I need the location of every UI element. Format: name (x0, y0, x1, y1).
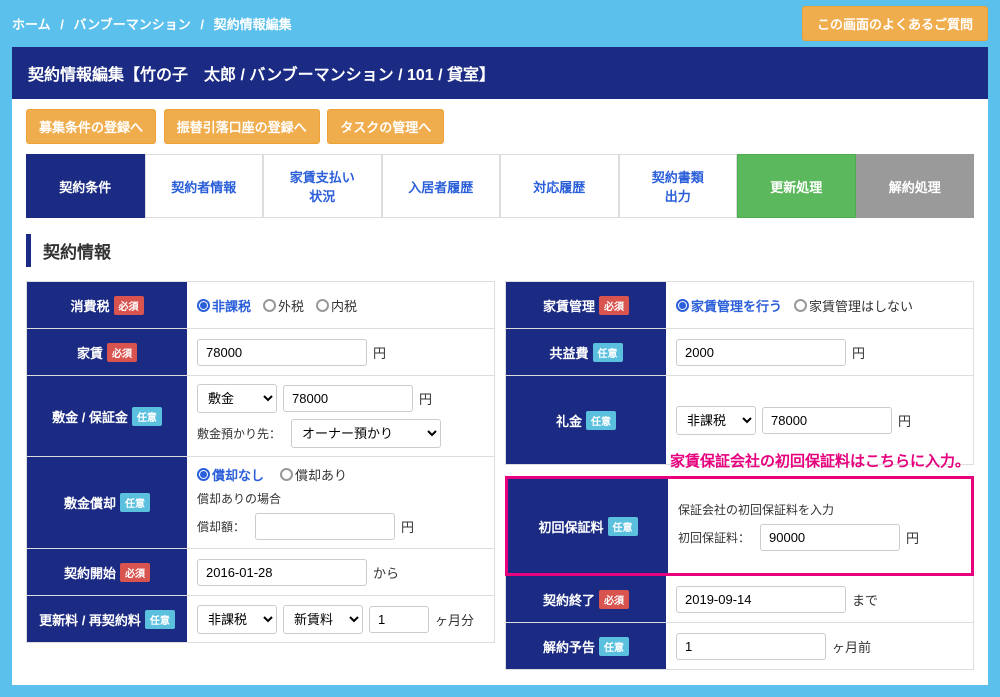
select-renewal-tax[interactable]: 非課税 (197, 605, 277, 634)
select-renewal-base[interactable]: 新賃料 (283, 605, 363, 634)
tab-renewal[interactable]: 更新処理 (737, 154, 856, 218)
input-rent[interactable] (197, 339, 367, 366)
label-cancel-notice: 解約予告任意 (506, 623, 666, 669)
section-title-contract: 契約情報 (26, 234, 974, 267)
label-end: 契約終了必須 (506, 576, 666, 622)
label-deposit-deduction: 敷金償却任意 (27, 457, 187, 548)
radio-mgmt-yes[interactable]: 家賃管理を行う (676, 296, 782, 315)
breadcrumb-item-1[interactable]: バンブーマンション (74, 17, 191, 32)
label-key-money: 礼金任意 (506, 376, 666, 464)
input-cancel-notice[interactable] (676, 633, 826, 660)
label-mgmt: 家賃管理必須 (506, 282, 666, 328)
tab-payment[interactable]: 家賃支払い 状況 (263, 154, 382, 218)
input-common[interactable] (676, 339, 846, 366)
select-key-tax[interactable]: 非課税 (676, 406, 756, 435)
input-deduction-amount[interactable] (255, 513, 395, 540)
label-initial-guarantee: 初回保証料任意 (508, 479, 668, 573)
label-renewal-fee: 更新料 / 再契約料任意 (27, 596, 187, 642)
action-manage-tasks[interactable]: タスクの管理へ (327, 109, 444, 144)
field-tax: 非課税 外税 内税 (187, 282, 494, 328)
page-title: 契約情報編集【竹の子 太郎 / バンブーマンション / 101 / 貸室】 (12, 47, 988, 99)
label-deposit: 敷金 / 保証金任意 (27, 376, 187, 456)
radio-mgmt-no[interactable]: 家賃管理はしない (794, 296, 913, 315)
action-register-conditions[interactable]: 募集条件の登録へ (26, 109, 156, 144)
breadcrumb-item-2: 契約情報編集 (214, 17, 292, 32)
label-common: 共益費任意 (506, 329, 666, 375)
select-custody[interactable]: オーナー預かり (291, 419, 441, 448)
label-start: 契約開始必須 (27, 549, 187, 595)
input-deposit[interactable] (283, 385, 413, 412)
tab-bar: 契約条件 契約者情報 家賃支払い 状況 入居者履歴 対応履歴 契約書類 出力 更… (26, 154, 974, 218)
tab-conditions[interactable]: 契約条件 (26, 154, 145, 218)
radio-tax-none[interactable]: 非課税 (197, 296, 251, 315)
breadcrumb-home[interactable]: ホーム (12, 17, 51, 32)
radio-tax-exclusive[interactable]: 外税 (263, 296, 304, 315)
input-start-date[interactable] (197, 559, 367, 586)
tab-resident-history[interactable]: 入居者履歴 (382, 154, 501, 218)
action-register-account[interactable]: 振替引落口座の登録へ (164, 109, 320, 144)
tab-contractor[interactable]: 契約者情報 (145, 154, 264, 218)
tab-documents[interactable]: 契約書類 出力 (619, 154, 738, 218)
label-rent: 家賃必須 (27, 329, 187, 375)
annotation-guarantee: 家賃保証会社の初回保証料はこちらに入力。 (670, 450, 970, 471)
input-renewal-months[interactable] (369, 606, 429, 633)
input-end-date[interactable] (676, 586, 846, 613)
radio-deduction-yes[interactable]: 償却あり (280, 465, 347, 484)
faq-button[interactable]: この画面のよくあるご質問 (802, 6, 988, 41)
tab-cancel[interactable]: 解約処理 (856, 154, 975, 218)
label-tax: 消費税必須 (27, 282, 187, 328)
breadcrumb: ホーム / バンブーマンション / 契約情報編集 (12, 14, 292, 33)
tab-response-history[interactable]: 対応履歴 (500, 154, 619, 218)
input-initial-guarantee[interactable] (760, 524, 900, 551)
radio-deduction-none[interactable]: 償却なし (197, 465, 264, 484)
select-deposit-type[interactable]: 敷金 (197, 384, 277, 413)
radio-tax-inclusive[interactable]: 内税 (316, 296, 357, 315)
input-key-money[interactable] (762, 407, 892, 434)
